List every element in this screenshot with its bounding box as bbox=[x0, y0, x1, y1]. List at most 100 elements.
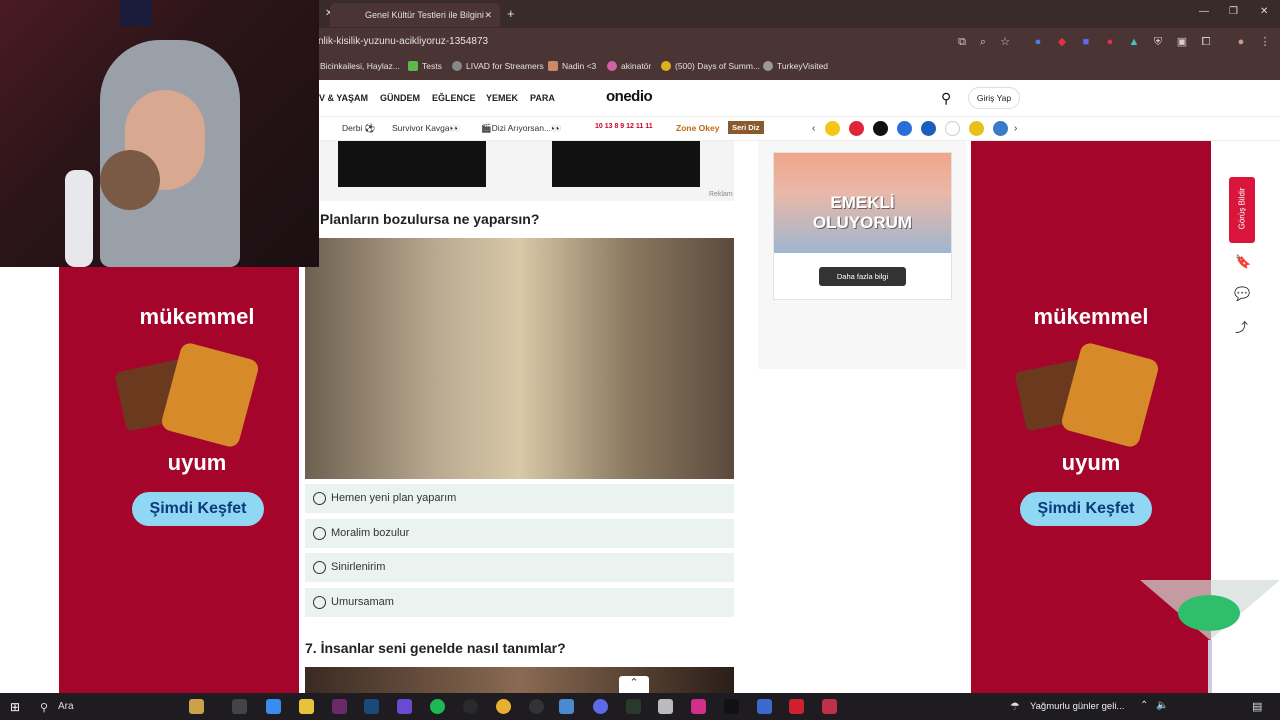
new-tab-icon[interactable]: + bbox=[507, 6, 515, 21]
radio-icon[interactable] bbox=[313, 561, 326, 574]
bookmark-item[interactable]: Bicinkailesi, Haylaz... bbox=[320, 61, 400, 71]
puzzle-icon[interactable]: ⧠ bbox=[1199, 35, 1213, 49]
weather-icon[interactable]: ☂ bbox=[1010, 700, 1020, 713]
taskbar-app-icon[interactable] bbox=[822, 699, 837, 714]
radio-icon[interactable] bbox=[313, 596, 326, 609]
more-info-button[interactable]: Daha fazla bilgi bbox=[819, 267, 906, 286]
search-icon[interactable]: ⚲ bbox=[40, 701, 48, 714]
bookmark-item[interactable]: akinatör bbox=[607, 61, 651, 71]
ad-banner[interactable] bbox=[552, 141, 700, 187]
taskbar-search-label[interactable]: Ara bbox=[58, 701, 74, 712]
zoom-icon[interactable]: ⌕ bbox=[976, 35, 990, 49]
shield-icon[interactable]: ⛨ bbox=[1151, 35, 1165, 49]
menu-icon[interactable]: ⋮ bbox=[1258, 35, 1272, 49]
copilot-icon[interactable] bbox=[266, 699, 281, 714]
extension-icon[interactable]: ▣ bbox=[1175, 35, 1189, 49]
brand-icon[interactable] bbox=[921, 121, 936, 136]
answer-option[interactable]: Hemen yeni plan yaparım bbox=[305, 484, 734, 513]
nav-item[interactable]: PARA bbox=[530, 93, 555, 103]
scroll-top-button[interactable]: ⌃ bbox=[619, 676, 649, 693]
taskbar-app-icon[interactable] bbox=[757, 699, 772, 714]
subnav-zone[interactable]: Zone Okey bbox=[676, 123, 719, 133]
bookmark-label: TurkeyVisited bbox=[777, 61, 829, 71]
answer-option[interactable]: Moralim bozulur bbox=[305, 519, 734, 548]
option-label: Moralim bozulur bbox=[331, 527, 410, 539]
extension-icon[interactable]: ● bbox=[1031, 35, 1045, 49]
emoji-icon[interactable] bbox=[825, 121, 840, 136]
brand-icon[interactable] bbox=[969, 121, 984, 136]
chevron-up-icon[interactable]: ⌃ bbox=[1140, 700, 1148, 711]
extension-icon[interactable]: ● bbox=[1103, 35, 1117, 49]
brand-icon[interactable] bbox=[993, 121, 1008, 136]
weather-label[interactable]: Yağmurlu günler geli... bbox=[1030, 701, 1124, 712]
volume-icon[interactable]: 🔈 bbox=[1156, 700, 1168, 711]
taskbar-app-icon[interactable] bbox=[559, 699, 574, 714]
chevron-left-icon[interactable]: ‹ bbox=[812, 123, 815, 134]
taskbar-app-icon[interactable] bbox=[397, 699, 412, 714]
subnav-seri[interactable]: Seri Diz bbox=[728, 121, 764, 134]
nav-item[interactable]: GÜNDEM bbox=[380, 93, 420, 103]
file-explorer-icon[interactable] bbox=[299, 699, 314, 714]
restore-icon[interactable]: ❐ bbox=[1229, 6, 1238, 17]
bookmark-item[interactable]: Nadin <3 bbox=[548, 61, 596, 71]
site-logo[interactable]: onedio bbox=[606, 88, 653, 105]
bookmark-star-icon[interactable]: ☆ bbox=[998, 35, 1012, 49]
bookmark-item[interactable]: TurkeyVisited bbox=[763, 61, 828, 71]
nav-item[interactable]: EĞLENCE bbox=[432, 93, 476, 103]
url-field[interactable]: nlik-kisilik-yuzunu-acikliyoruz-1354873 bbox=[318, 36, 488, 47]
subnav-dizi[interactable]: 🎬Dizi Arıyorsan...👀 bbox=[481, 123, 562, 134]
search-icon[interactable]: ⚲ bbox=[941, 90, 951, 107]
discord-icon[interactable] bbox=[593, 699, 608, 714]
brand-icon[interactable] bbox=[897, 121, 912, 136]
extension-icon[interactable]: ▲ bbox=[1127, 35, 1141, 49]
subnav-survivor[interactable]: Survivor Kavga👀 bbox=[392, 123, 460, 134]
minimize-icon[interactable]: — bbox=[1199, 6, 1209, 17]
bookmark-item[interactable]: (500) Days of Summ... bbox=[661, 61, 760, 71]
cocktail-overlay bbox=[1140, 580, 1280, 693]
discover-button[interactable]: Şimdi Keşfet bbox=[132, 492, 264, 526]
flag-icon[interactable] bbox=[849, 121, 864, 136]
bookmark-icon[interactable]: 🔖 bbox=[1235, 254, 1251, 270]
discover-button[interactable]: Şimdi Keşfet bbox=[1020, 492, 1152, 526]
radio-icon[interactable] bbox=[313, 492, 326, 505]
share-icon[interactable]: ⤴ bbox=[1235, 317, 1248, 336]
taskbar-app-icon[interactable] bbox=[332, 699, 347, 714]
ad-banner[interactable] bbox=[338, 141, 486, 187]
active-tab[interactable]: Genel Kültür Testleri ile Bilgini ✕ bbox=[330, 3, 500, 27]
notification-icon[interactable]: ▤ bbox=[1252, 700, 1262, 713]
tab-close-icon[interactable]: ✕ bbox=[484, 3, 492, 27]
chrome-icon[interactable] bbox=[496, 699, 511, 714]
windows-start-icon[interactable]: ⊞ bbox=[10, 700, 20, 714]
extension-icon[interactable]: ■ bbox=[1079, 35, 1093, 49]
spotify-icon[interactable] bbox=[430, 699, 445, 714]
steam-icon[interactable] bbox=[364, 699, 379, 714]
answer-option[interactable]: Umursamam bbox=[305, 588, 734, 617]
login-button[interactable]: Giriş Yap bbox=[968, 87, 1020, 109]
taskbar-app-icon[interactable] bbox=[789, 699, 804, 714]
close-window-icon[interactable]: ✕ bbox=[1260, 6, 1268, 17]
answer-option[interactable]: Sinirlenirim bbox=[305, 553, 734, 582]
feedback-tab[interactable]: Görüş Bildir bbox=[1229, 177, 1255, 243]
taskbar-app-icon[interactable] bbox=[529, 699, 544, 714]
bookmark-item[interactable]: LIVAD for Streamers bbox=[452, 61, 544, 71]
task-view-icon[interactable] bbox=[232, 699, 247, 714]
bookmark-item[interactable]: Tests bbox=[408, 61, 442, 71]
brand-icon[interactable] bbox=[945, 121, 960, 136]
profile-icon[interactable]: ● bbox=[1234, 35, 1248, 49]
subnav-numbers[interactable]: 10 13 8 9 12 11 11 bbox=[595, 123, 653, 130]
tiktok-icon[interactable] bbox=[724, 699, 739, 714]
taskbar-app-icon[interactable] bbox=[626, 699, 641, 714]
taskbar-app-icon[interactable] bbox=[463, 699, 478, 714]
install-icon[interactable]: ⧉ bbox=[955, 35, 969, 49]
taskbar-app-icon[interactable] bbox=[658, 699, 673, 714]
chevron-right-icon[interactable]: › bbox=[1014, 123, 1017, 134]
extension-icon[interactable]: ◆ bbox=[1055, 35, 1069, 49]
taskbar-app-icon[interactable] bbox=[189, 699, 204, 714]
nav-item[interactable]: YEMEK bbox=[486, 93, 518, 103]
brand-icon[interactable] bbox=[873, 121, 888, 136]
subnav-derbi[interactable]: Derbi ⚽ bbox=[342, 123, 375, 134]
nav-item[interactable]: V & YAŞAM bbox=[319, 93, 368, 103]
radio-icon[interactable] bbox=[313, 527, 326, 540]
comments-icon[interactable]: 💬 bbox=[1234, 286, 1250, 302]
taskbar-app-icon[interactable] bbox=[691, 699, 706, 714]
